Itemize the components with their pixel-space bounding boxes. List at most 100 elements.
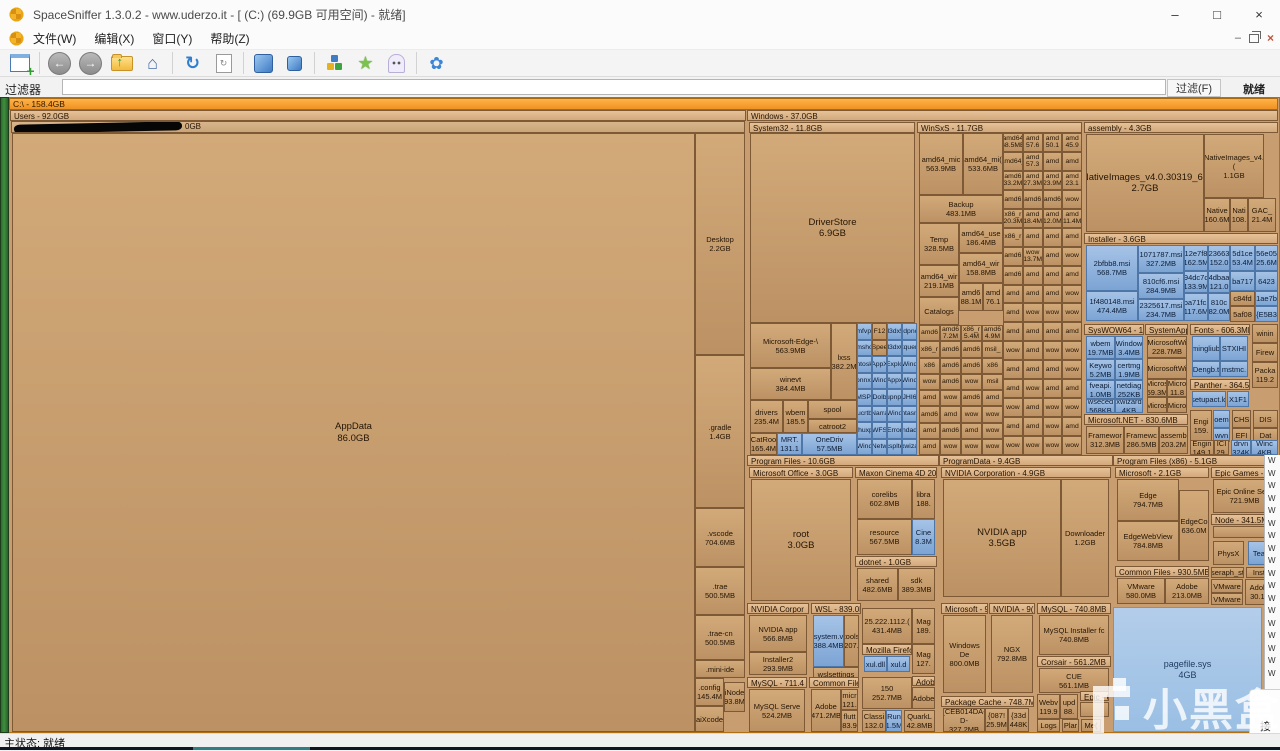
treemap-block[interactable]: 1071787.msi 327.2MB — [1138, 245, 1184, 273]
treemap-section-header[interactable]: MySQL - 711.4 — [747, 677, 807, 688]
treemap-block[interactable]: upd 88. — [1060, 694, 1078, 719]
treemap-block[interactable]: MySQL Installer fc 740.8MB — [1039, 615, 1109, 655]
treemap-block[interactable]: wow — [1022, 379, 1043, 399]
treemap-block[interactable]: amd6 33.2M — [1003, 170, 1023, 190]
treemap-block[interactable]: .trae-cn 500.5MB — [695, 615, 745, 660]
treemap-block[interactable]: 23663 152.0 — [1208, 245, 1230, 271]
treemap-block[interactable]: x86 — [982, 357, 1003, 374]
treemap-block[interactable]: xwiza — [902, 438, 917, 455]
treemap-block[interactable]: Appx — [887, 372, 902, 389]
treemap-block[interactable]: MySQL Serve 524.2MB — [749, 689, 805, 732]
treemap-block[interactable]: amd — [1062, 227, 1082, 247]
treemap-block[interactable]: msil — [982, 373, 1003, 390]
treemap-block[interactable]: wow — [1003, 341, 1023, 361]
treemap-block[interactable]: NVIDIA app 3.5GB — [943, 479, 1061, 597]
treemap-block[interactable]: seraph_st — [1211, 567, 1244, 578]
treemap-block[interactable]: onnxr — [857, 372, 872, 389]
show-files-button[interactable] — [319, 51, 350, 76]
treemap-block[interactable]: ndad — [902, 422, 917, 439]
treemap-block[interactable]: winin — [1252, 324, 1278, 343]
treemap-block[interactable]: wow — [982, 406, 1003, 423]
treemap-block[interactable]: amd6 — [940, 341, 961, 358]
treemap-block[interactable]: wow — [940, 438, 961, 455]
treemap-block[interactable]: PhysX — [1213, 541, 1244, 565]
treemap-block[interactable]: Micro 11.8 — [1167, 379, 1187, 397]
treemap-block[interactable]: wow — [1003, 398, 1023, 418]
treemap-block[interactable]: wbem 19.7MB — [1086, 336, 1115, 359]
treemap-block[interactable]: amd6 — [940, 422, 961, 439]
treemap-section-header[interactable]: Panther - 364.5M — [1190, 379, 1250, 390]
treemap-block[interactable]: CHS — [1232, 410, 1251, 428]
treemap-block[interactable]: amd6 — [940, 373, 961, 390]
treemap-block[interactable]: MicrosoftWi 228.7MB — [1147, 336, 1187, 358]
treemap-block[interactable]: Spee — [872, 339, 887, 356]
treemap-block[interactable]: 2bfbb8.msi 568.7MB — [1086, 245, 1138, 291]
treemap-block[interactable]: VMware — [1211, 593, 1243, 605]
filter-button[interactable]: 过滤(F) — [1167, 79, 1221, 97]
treemap-block[interactable]: VMware 580.0MB — [1117, 578, 1165, 604]
treemap-block[interactable]: wow — [1042, 398, 1063, 418]
treemap-block[interactable]: CUE 561.1MB — [1039, 668, 1109, 693]
treemap-block[interactable]: msho — [857, 339, 872, 356]
treemap-block[interactable]: system.v 388.4MB — [813, 615, 844, 667]
treemap-section-header[interactable]: System32 - 11.8GB — [749, 122, 915, 133]
treemap-block[interactable]: WFS — [872, 422, 887, 439]
treemap-block[interactable]: MicrosoftWi — [1147, 358, 1187, 379]
treemap-block[interactable]: Wind — [887, 405, 902, 422]
treemap-block[interactable]: mstmc. — [1220, 361, 1248, 377]
treemap-section-header[interactable]: Program Files - 10.6GB — [747, 455, 939, 466]
treemap-block[interactable]: certmg 1.9MB — [1115, 359, 1143, 380]
treemap-block[interactable]: .config 145.4M — [695, 678, 724, 706]
treemap-block[interactable]: Downloader 1.2GB — [1061, 479, 1109, 597]
treemap-block[interactable]: Native 160.6M — [1204, 198, 1230, 232]
treemap-block[interactable]: amd6 — [919, 325, 940, 342]
treemap-section-header[interactable]: Microsoft - 2.1GB — [1115, 467, 1209, 478]
treemap-block[interactable]: amd — [1042, 151, 1063, 171]
treemap-block[interactable]: amd — [1022, 227, 1043, 247]
treemap-block[interactable]: wow — [1062, 360, 1082, 380]
treemap-block[interactable]: EdgeWebView 784.8MB — [1117, 521, 1179, 561]
treemap-block[interactable]: {CEB014DA-D- 327.2MB — [943, 708, 985, 732]
treemap-block[interactable]: csplte — [887, 438, 902, 455]
treemap-block[interactable]: wow — [1062, 398, 1082, 418]
treemap-block[interactable]: Narra — [872, 405, 887, 422]
treemap-block[interactable]: amd — [919, 390, 940, 407]
treemap-block[interactable]: Framewor 312.3MB — [1086, 426, 1124, 454]
treemap-block[interactable]: Adobe — [912, 687, 935, 709]
treemap-block[interactable]: xul.d — [887, 656, 910, 672]
treemap-block[interactable]: Classi 132.0 — [862, 710, 886, 732]
mdi-minimize-button[interactable]: – — [1235, 32, 1241, 44]
treemap-block[interactable]: NGX 792.8MB — [991, 615, 1033, 693]
treemap-block[interactable]: 5d1ce 53.4M — [1230, 245, 1255, 271]
treemap-block[interactable]: 0GB — [11, 121, 745, 133]
treemap-block[interactable]: NVIDIA app 566.8MB — [749, 615, 807, 652]
treemap-block[interactable]: wow — [1022, 303, 1043, 323]
treemap-block[interactable]: VMware — [1211, 579, 1243, 593]
treemap-block[interactable]: resource 567.5MB — [857, 519, 912, 555]
treemap-block[interactable]: upnp. — [887, 389, 902, 406]
treemap-section-header[interactable]: Mozilla Firefox — [862, 644, 912, 655]
treemap-block[interactable]: libra 188. — [912, 479, 935, 519]
treemap-block[interactable]: 810cf6.msi 284.9MB — [1138, 273, 1184, 299]
menu-window[interactable]: 窗口(Y) — [143, 30, 201, 47]
treemap-block[interactable]: flutt 83.9 — [841, 710, 858, 732]
treemap-block[interactable]: Dengb.t — [1192, 361, 1220, 377]
treemap-block[interactable]: Mag 189. — [912, 608, 935, 644]
treemap-block[interactable]: amd64_mic 563.9MB — [919, 133, 963, 195]
treemap-block[interactable]: Winc 4KB — [1251, 440, 1278, 455]
treemap-section-header[interactable]: ProgramData - 9.4GB — [939, 455, 1113, 466]
menu-edit[interactable]: 编辑(X) — [85, 30, 143, 47]
treemap-block[interactable]: ucrtb — [857, 405, 872, 422]
treemap-block[interactable]: amd 57.3 — [1022, 151, 1043, 171]
treemap-block[interactable]: {087! 25.9M — [985, 708, 1008, 732]
treemap-block[interactable]: amd — [961, 422, 982, 439]
treemap-block[interactable]: Run 1.5M — [886, 710, 902, 732]
treemap-block[interactable]: amd — [1003, 379, 1023, 399]
treemap-block[interactable]: amd64_wir 158.8MB — [959, 253, 1003, 283]
treemap-block[interactable]: amd 27.3M — [1022, 170, 1043, 190]
treemap-block[interactable]: amd64_wir 219.1MB — [919, 265, 959, 297]
treemap-block[interactable]: aiXcode — [695, 706, 724, 732]
treemap-block[interactable]: fveapi. 1.0MB — [1086, 380, 1115, 399]
treemap-block[interactable]: x86 — [919, 357, 940, 374]
treemap-block[interactable]: amd6 — [961, 341, 982, 358]
